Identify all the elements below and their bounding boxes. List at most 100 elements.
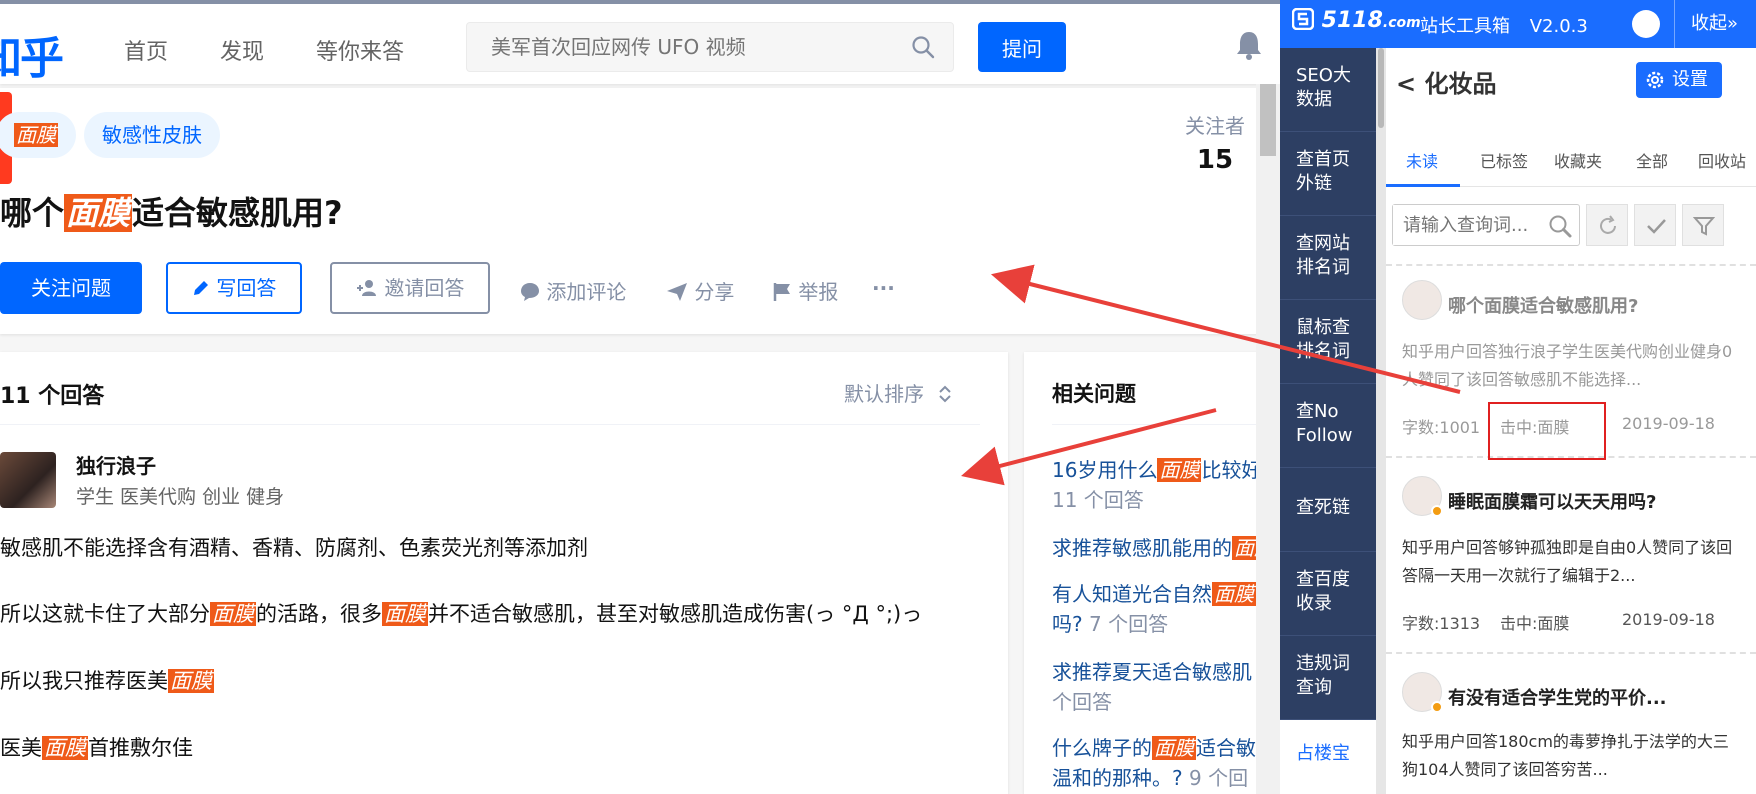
sidebar-item-dead-links[interactable]: 查死链 bbox=[1280, 468, 1376, 552]
card-word-count: 字数:1001 bbox=[1402, 418, 1481, 437]
author-name[interactable]: 独行浪子 bbox=[76, 450, 156, 479]
user-avatar[interactable] bbox=[1632, 10, 1660, 38]
report-button[interactable]: 举报 bbox=[772, 276, 838, 305]
card-title[interactable]: 哪个面膜适合敏感肌用? bbox=[1448, 292, 1638, 318]
author-avatar[interactable] bbox=[0, 452, 56, 508]
followers-block: 关注者 15 bbox=[1160, 110, 1270, 175]
tab-all[interactable]: 全部 bbox=[1636, 148, 1668, 172]
sidebar-item-banned-words[interactable]: 违规词 查询 bbox=[1280, 636, 1376, 720]
ask-button[interactable]: 提问 bbox=[978, 22, 1066, 72]
mark-read-button[interactable] bbox=[1634, 204, 1676, 246]
divider bbox=[1386, 652, 1756, 654]
search-input[interactable] bbox=[467, 23, 887, 71]
panel-scrollbar[interactable] bbox=[1376, 48, 1386, 794]
report-label: 举报 bbox=[798, 280, 839, 304]
zhihu-logo[interactable]: 知乎 bbox=[0, 22, 64, 86]
sidebar-item-label: 查死链 bbox=[1296, 497, 1350, 518]
highlight-term: 面膜 bbox=[42, 736, 88, 760]
related-text: 温和的那种。? bbox=[1052, 766, 1183, 790]
sort-chevron-icon bbox=[939, 385, 952, 403]
tab-tagged[interactable]: 已标签 bbox=[1480, 148, 1528, 172]
scrollbar-thumb[interactable] bbox=[1260, 84, 1276, 156]
author-bio: 学生 医美代购 创业 健身 bbox=[76, 486, 285, 508]
settings-button[interactable]: 设置 bbox=[1636, 62, 1722, 98]
back-category-title[interactable]: < 化妆品 bbox=[1396, 64, 1496, 99]
answer-paragraph: 医美面膜首推敷尔佳 bbox=[0, 732, 193, 762]
invite-answer-button[interactable]: 邀请回答 bbox=[330, 262, 491, 314]
related-text: 求推荐夏天适合敏感肌 bbox=[1052, 660, 1252, 684]
answer-paragraph: 敏感肌不能选择含有酒精、香精、防腐剂、色素荧光剂等添加剂 bbox=[0, 532, 588, 562]
tab-favorites[interactable]: 收藏夹 bbox=[1554, 148, 1602, 172]
sidebar-item-label: 查网站 排名词 bbox=[1296, 233, 1350, 278]
share-icon bbox=[667, 283, 687, 301]
sidebar-item-nofollow[interactable]: 查No Follow bbox=[1280, 384, 1376, 468]
refresh-button[interactable] bbox=[1586, 204, 1628, 246]
related-item-cont[interactable]: 温和的那种。? 9 个回 bbox=[1052, 762, 1248, 791]
highlight-term: 面膜 bbox=[382, 602, 428, 626]
annotation-highlight-box bbox=[1488, 402, 1606, 460]
settings-label: 设置 bbox=[1672, 69, 1708, 90]
flag-icon bbox=[773, 283, 790, 301]
comment-icon bbox=[521, 283, 539, 301]
sidebar-item-seo-data[interactable]: SEO大 数据 bbox=[1280, 48, 1376, 132]
sidebar-item-baidu-index[interactable]: 查百度 收录 bbox=[1280, 552, 1376, 636]
nav-home[interactable]: 首页 bbox=[124, 34, 168, 66]
add-comment-button[interactable]: 添加评论 bbox=[520, 276, 626, 305]
sidebar-item-site-rank[interactable]: 查网站 排名词 bbox=[1280, 216, 1376, 300]
search-icon[interactable] bbox=[911, 35, 935, 63]
highlight-term: 面膜 bbox=[210, 602, 256, 626]
sidebar-item-label: 违规词 查询 bbox=[1296, 653, 1350, 698]
card-description: 知乎用户回答够钟孤独即是自由0人赞同了该回答隔一天用一次就行了编辑于2... bbox=[1402, 538, 1733, 585]
nav-discover[interactable]: 发现 bbox=[220, 34, 264, 66]
sidebar-item-label: SEO大 数据 bbox=[1296, 65, 1351, 110]
related-answer-count: 个回答 bbox=[1052, 690, 1112, 714]
related-item[interactable]: 求推荐敏感肌能用的 面膜 bbox=[1052, 532, 1276, 561]
tab-unread[interactable]: 未读 bbox=[1406, 148, 1438, 172]
related-text: 有人知道光合自然 bbox=[1052, 582, 1212, 606]
filter-button[interactable] bbox=[1682, 204, 1724, 246]
follow-question-button[interactable]: 关注问题 bbox=[0, 262, 142, 314]
answer-text: 所以这就卡住了大部分 bbox=[0, 602, 210, 626]
filter-icon bbox=[1693, 217, 1715, 236]
answers-card: 11 个回答 默认排序 独行浪子 学生 医美代购 创业 健身 敏感肌不能选择含有… bbox=[0, 352, 1008, 794]
nav-waiting-answer[interactable]: 等你来答 bbox=[316, 34, 404, 66]
topic-tag-facemask[interactable]: 面膜 bbox=[0, 112, 76, 158]
card-title[interactable]: 有没有适合学生党的平价... bbox=[1448, 684, 1667, 710]
add-user-icon bbox=[357, 280, 376, 296]
panel-search-input[interactable] bbox=[1393, 205, 1543, 245]
highlight-term: 面膜 bbox=[168, 669, 214, 693]
divider bbox=[0, 424, 980, 425]
related-item[interactable]: 有人知道光合自然 面膜 bbox=[1052, 578, 1256, 607]
related-text: 16岁用什么 bbox=[1052, 458, 1158, 482]
topic-tag-sensitive-skin[interactable]: 敏感性皮肤 bbox=[84, 112, 220, 158]
related-item-cont[interactable]: 吗? 7 个回答 bbox=[1052, 608, 1168, 637]
bell-icon[interactable] bbox=[1236, 30, 1262, 64]
gear-icon bbox=[1646, 71, 1664, 89]
sidebar-item-zhanloubao[interactable]: 占楼宝 bbox=[1280, 720, 1376, 794]
page-scrollbar[interactable] bbox=[1256, 84, 1280, 794]
answer-text: 的活路，很多 bbox=[256, 602, 382, 626]
card-avatar bbox=[1402, 476, 1443, 517]
sidebar-item-homepage-links[interactable]: 查首页 外链 bbox=[1280, 132, 1376, 216]
related-item[interactable]: 求推荐夏天适合敏感肌 bbox=[1052, 656, 1252, 685]
card-description: 知乎用户回答180cm的毒萝挣扎于法学的大三狗104人赞同了该回答穷苦... bbox=[1402, 732, 1729, 779]
collapse-button[interactable]: 收起» bbox=[1674, 0, 1756, 48]
sort-dropdown[interactable]: 默认排序 bbox=[844, 378, 952, 407]
more-button[interactable]: ··· bbox=[872, 276, 895, 300]
panel-logo: 5118.com bbox=[1291, 7, 1421, 33]
share-button[interactable]: 分享 bbox=[666, 276, 734, 305]
search-icon[interactable] bbox=[1547, 213, 1573, 243]
panel-search-box bbox=[1392, 204, 1580, 246]
write-answer-button[interactable]: 写回答 bbox=[166, 262, 303, 314]
related-item[interactable]: 16岁用什么 面膜 比较好 bbox=[1052, 454, 1261, 483]
followers-label: 关注者 bbox=[1185, 114, 1245, 138]
zhihu-header: 知乎 首页 发现 等你来答 提问 bbox=[0, 0, 1280, 84]
answer-text: 敏感肌不能选择含有酒精、香精、防腐剂、色素荧光剂等添加剂 bbox=[0, 536, 588, 560]
title-part: 适合敏感肌用? bbox=[132, 194, 343, 232]
scrollbar-thumb[interactable] bbox=[1378, 48, 1384, 128]
related-answer-count: 9 个回 bbox=[1188, 766, 1249, 790]
sidebar-item-mouse-rank[interactable]: 鼠标查 排名词 bbox=[1280, 300, 1376, 384]
tab-recycle-bin[interactable]: 回收站 bbox=[1698, 148, 1746, 172]
card-title[interactable]: 睡眠面膜霜可以天天用吗? bbox=[1448, 488, 1656, 514]
related-item[interactable]: 什么牌子的 面膜 适合敏 bbox=[1052, 732, 1256, 761]
